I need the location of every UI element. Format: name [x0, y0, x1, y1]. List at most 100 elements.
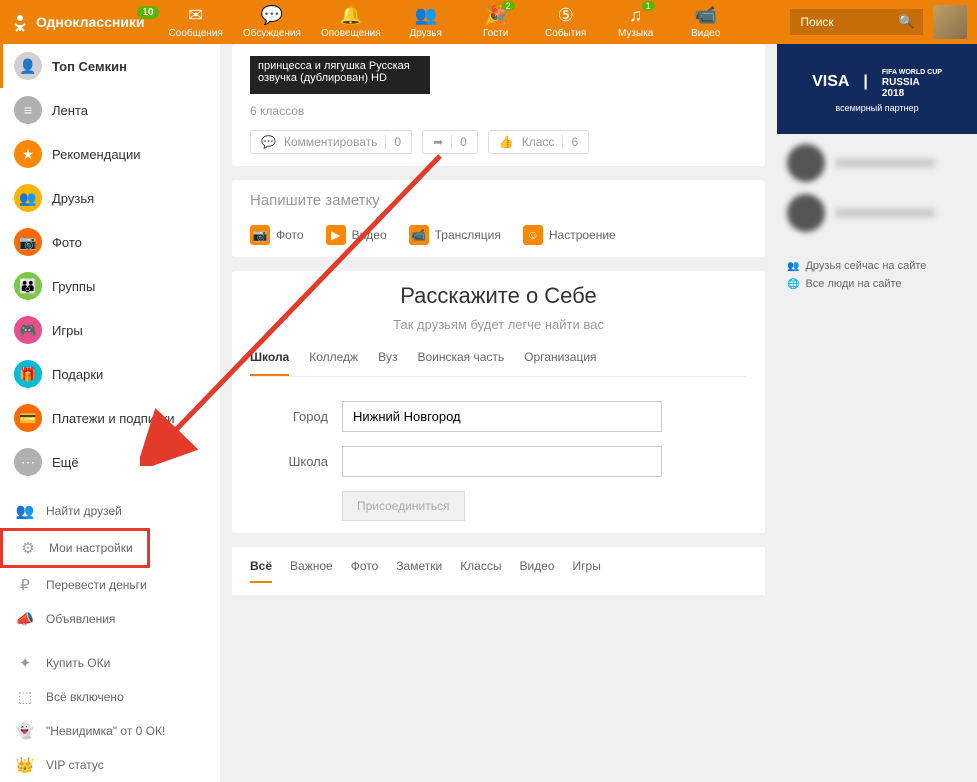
- share-button[interactable]: ➦ 0: [422, 130, 478, 154]
- sidebar-label: Игры: [52, 323, 83, 338]
- sidebar-label: Группы: [52, 279, 95, 294]
- search-button[interactable]: 🔍: [890, 9, 923, 35]
- sidebar-icon: 🎮: [14, 316, 42, 344]
- friends-online-link[interactable]: 👥 Друзья сейчас на сайте: [787, 260, 967, 272]
- sidebar-icon: 💳: [14, 404, 42, 432]
- sidebar-label: Перевести деньги: [46, 578, 147, 592]
- top-navigation: Одноклассники 10 ✉Сообщения 💬Обсуждения 🔔О…: [0, 0, 977, 44]
- attach-label: Фото: [276, 228, 304, 242]
- nav-item-оповещения[interactable]: 🔔Оповещения: [321, 5, 381, 39]
- filter-tab[interactable]: Игры: [573, 559, 601, 583]
- sidebar-item[interactable]: 🎮 Игры: [0, 308, 220, 352]
- nav-badge: 1: [642, 1, 655, 11]
- attach-icon: ☺: [523, 225, 543, 245]
- sidebar-label: Всё включено: [46, 690, 124, 704]
- nav-item-гости[interactable]: 🎉Гости2: [471, 5, 521, 39]
- about-tab[interactable]: Воинская часть: [417, 350, 504, 376]
- sidebar-item[interactable]: 🎁Подарки: [0, 352, 220, 396]
- nav-label: Обсуждения: [243, 28, 301, 39]
- sidebar-item[interactable]: ≡Лента: [0, 88, 220, 132]
- video-thumbnail[interactable]: принцесса и лягушка Русская озвучка (дуб…: [250, 56, 430, 94]
- post-card: принцесса и лягушка Русская озвучка (дуб…: [232, 44, 765, 166]
- note-input[interactable]: Напишите заметку: [250, 192, 747, 209]
- about-title: Расскажите о Себе: [250, 283, 747, 309]
- sidebar-label: Ещё: [52, 455, 79, 470]
- nav-item-видео[interactable]: 📹Видео: [681, 5, 731, 39]
- nav-item-обсуждения[interactable]: 💬Обсуждения: [243, 5, 301, 39]
- sidebar-item[interactable]: 👥 Друзья: [0, 176, 220, 220]
- site-name: Одноклассники: [36, 14, 145, 30]
- share-count: 0: [451, 135, 467, 149]
- classes-count: 6 классов: [250, 104, 747, 118]
- filter-tab[interactable]: Заметки: [396, 559, 442, 583]
- comment-button[interactable]: 💬 Комментировать 0: [250, 130, 412, 154]
- about-tab[interactable]: Организация: [524, 350, 596, 376]
- attach-icon: 📷: [250, 225, 270, 245]
- settings-highlight: ⚙Мои настройки: [0, 528, 150, 568]
- about-tab[interactable]: Вуз: [378, 350, 397, 376]
- sidebar-item[interactable]: 👑VIP статус: [0, 748, 220, 782]
- sidebar-icon: 👥: [14, 184, 42, 212]
- promo-text-main: RUSSIA: [882, 77, 920, 88]
- friend-row[interactable]: [787, 194, 967, 232]
- ok-logo-icon: [10, 12, 30, 32]
- join-button[interactable]: Присоединиться: [342, 491, 465, 521]
- sidebar-item[interactable]: 👥Найти друзей: [0, 494, 220, 528]
- nav-item-музыка[interactable]: ♫Музыка1: [611, 5, 661, 39]
- city-input[interactable]: [342, 401, 662, 432]
- promo-banner[interactable]: VISA | FIFA WORLD CUP RUSSIA 2018 всемир…: [777, 44, 977, 134]
- klass-count: 6: [562, 135, 578, 149]
- sidebar-item[interactable]: ★Рекомендации: [0, 132, 220, 176]
- nav-item-сообщения[interactable]: ✉Сообщения: [169, 5, 223, 39]
- sidebar-label: Найти друзей: [46, 504, 122, 518]
- attach-фото[interactable]: 📷 Фото: [250, 225, 304, 245]
- filter-tab[interactable]: Всё: [250, 559, 272, 583]
- klass-label: Класс: [522, 135, 555, 149]
- attach-настроение[interactable]: ☺Настроение: [523, 225, 616, 245]
- sidebar-item[interactable]: 📣Объявления: [0, 602, 220, 636]
- site-logo[interactable]: Одноклассники 10: [10, 12, 145, 32]
- attach-трансляция[interactable]: 📹Трансляция: [409, 225, 501, 245]
- sidebar-item[interactable]: 📷Фото: [0, 220, 220, 264]
- sidebar-item[interactable]: 👤 Топ Семкин: [0, 44, 220, 88]
- globe-icon: 🌐: [787, 279, 799, 290]
- sidebar-item[interactable]: 👪Группы: [0, 264, 220, 308]
- sidebar-icon: 🎁: [14, 360, 42, 388]
- all-people-label: Все люди на сайте: [805, 278, 901, 290]
- thumbs-up-icon: 👍: [499, 135, 514, 149]
- sidebar-item[interactable]: ⋯Ещё: [0, 440, 220, 484]
- sidebar-item[interactable]: ₽Перевести деньги: [0, 568, 220, 602]
- nav-icon: 📹: [694, 5, 716, 26]
- sidebar-item[interactable]: ⚙Мои настройки: [3, 531, 147, 565]
- filter-tab[interactable]: Видео: [519, 559, 554, 583]
- all-people-link[interactable]: 🌐 Все люди на сайте: [787, 278, 967, 290]
- nav-label: Друзья: [409, 28, 441, 39]
- school-input[interactable]: [342, 446, 662, 477]
- nav-icon: ⑤: [558, 5, 574, 26]
- sidebar-item[interactable]: 💳 Платежи и подписки: [0, 396, 220, 440]
- attach-видео[interactable]: ▶Видео: [326, 225, 387, 245]
- sidebar-label: Рекомендации: [52, 147, 141, 162]
- sidebar-item[interactable]: ✦Купить ОКи: [0, 646, 220, 680]
- filter-tab[interactable]: Важное: [290, 559, 333, 583]
- sidebar-label: Друзья: [52, 191, 94, 206]
- nav-item-события[interactable]: ⑤События: [541, 5, 591, 39]
- about-yourself-card: Расскажите о Себе Так друзьям будет легч…: [232, 271, 765, 533]
- friend-row[interactable]: [787, 144, 967, 182]
- sidebar-label: Топ Семкин: [52, 59, 127, 74]
- about-tab[interactable]: Школа: [250, 350, 289, 376]
- sidebar-icon: ≡: [14, 96, 42, 124]
- sidebar-item[interactable]: ⬚Всё включено: [0, 680, 220, 714]
- nav-item-друзья[interactable]: 👥Друзья: [401, 5, 451, 39]
- sidebar-item[interactable]: 👻"Невидимка" от 0 ОК!: [0, 714, 220, 748]
- filter-tab[interactable]: Фото: [351, 559, 379, 583]
- about-tab[interactable]: Колледж: [309, 350, 358, 376]
- search-input[interactable]: [790, 9, 890, 35]
- klass-button[interactable]: 👍 Класс 6: [488, 130, 589, 154]
- right-column: VISA | FIFA WORLD CUP RUSSIA 2018 всемир…: [777, 44, 977, 782]
- sidebar-label: VIP статус: [46, 758, 104, 772]
- sidebar-label: Платежи и подписки: [52, 411, 175, 426]
- sidebar-icon: 👤: [14, 52, 42, 80]
- user-avatar[interactable]: [933, 5, 967, 39]
- filter-tab[interactable]: Классы: [460, 559, 501, 583]
